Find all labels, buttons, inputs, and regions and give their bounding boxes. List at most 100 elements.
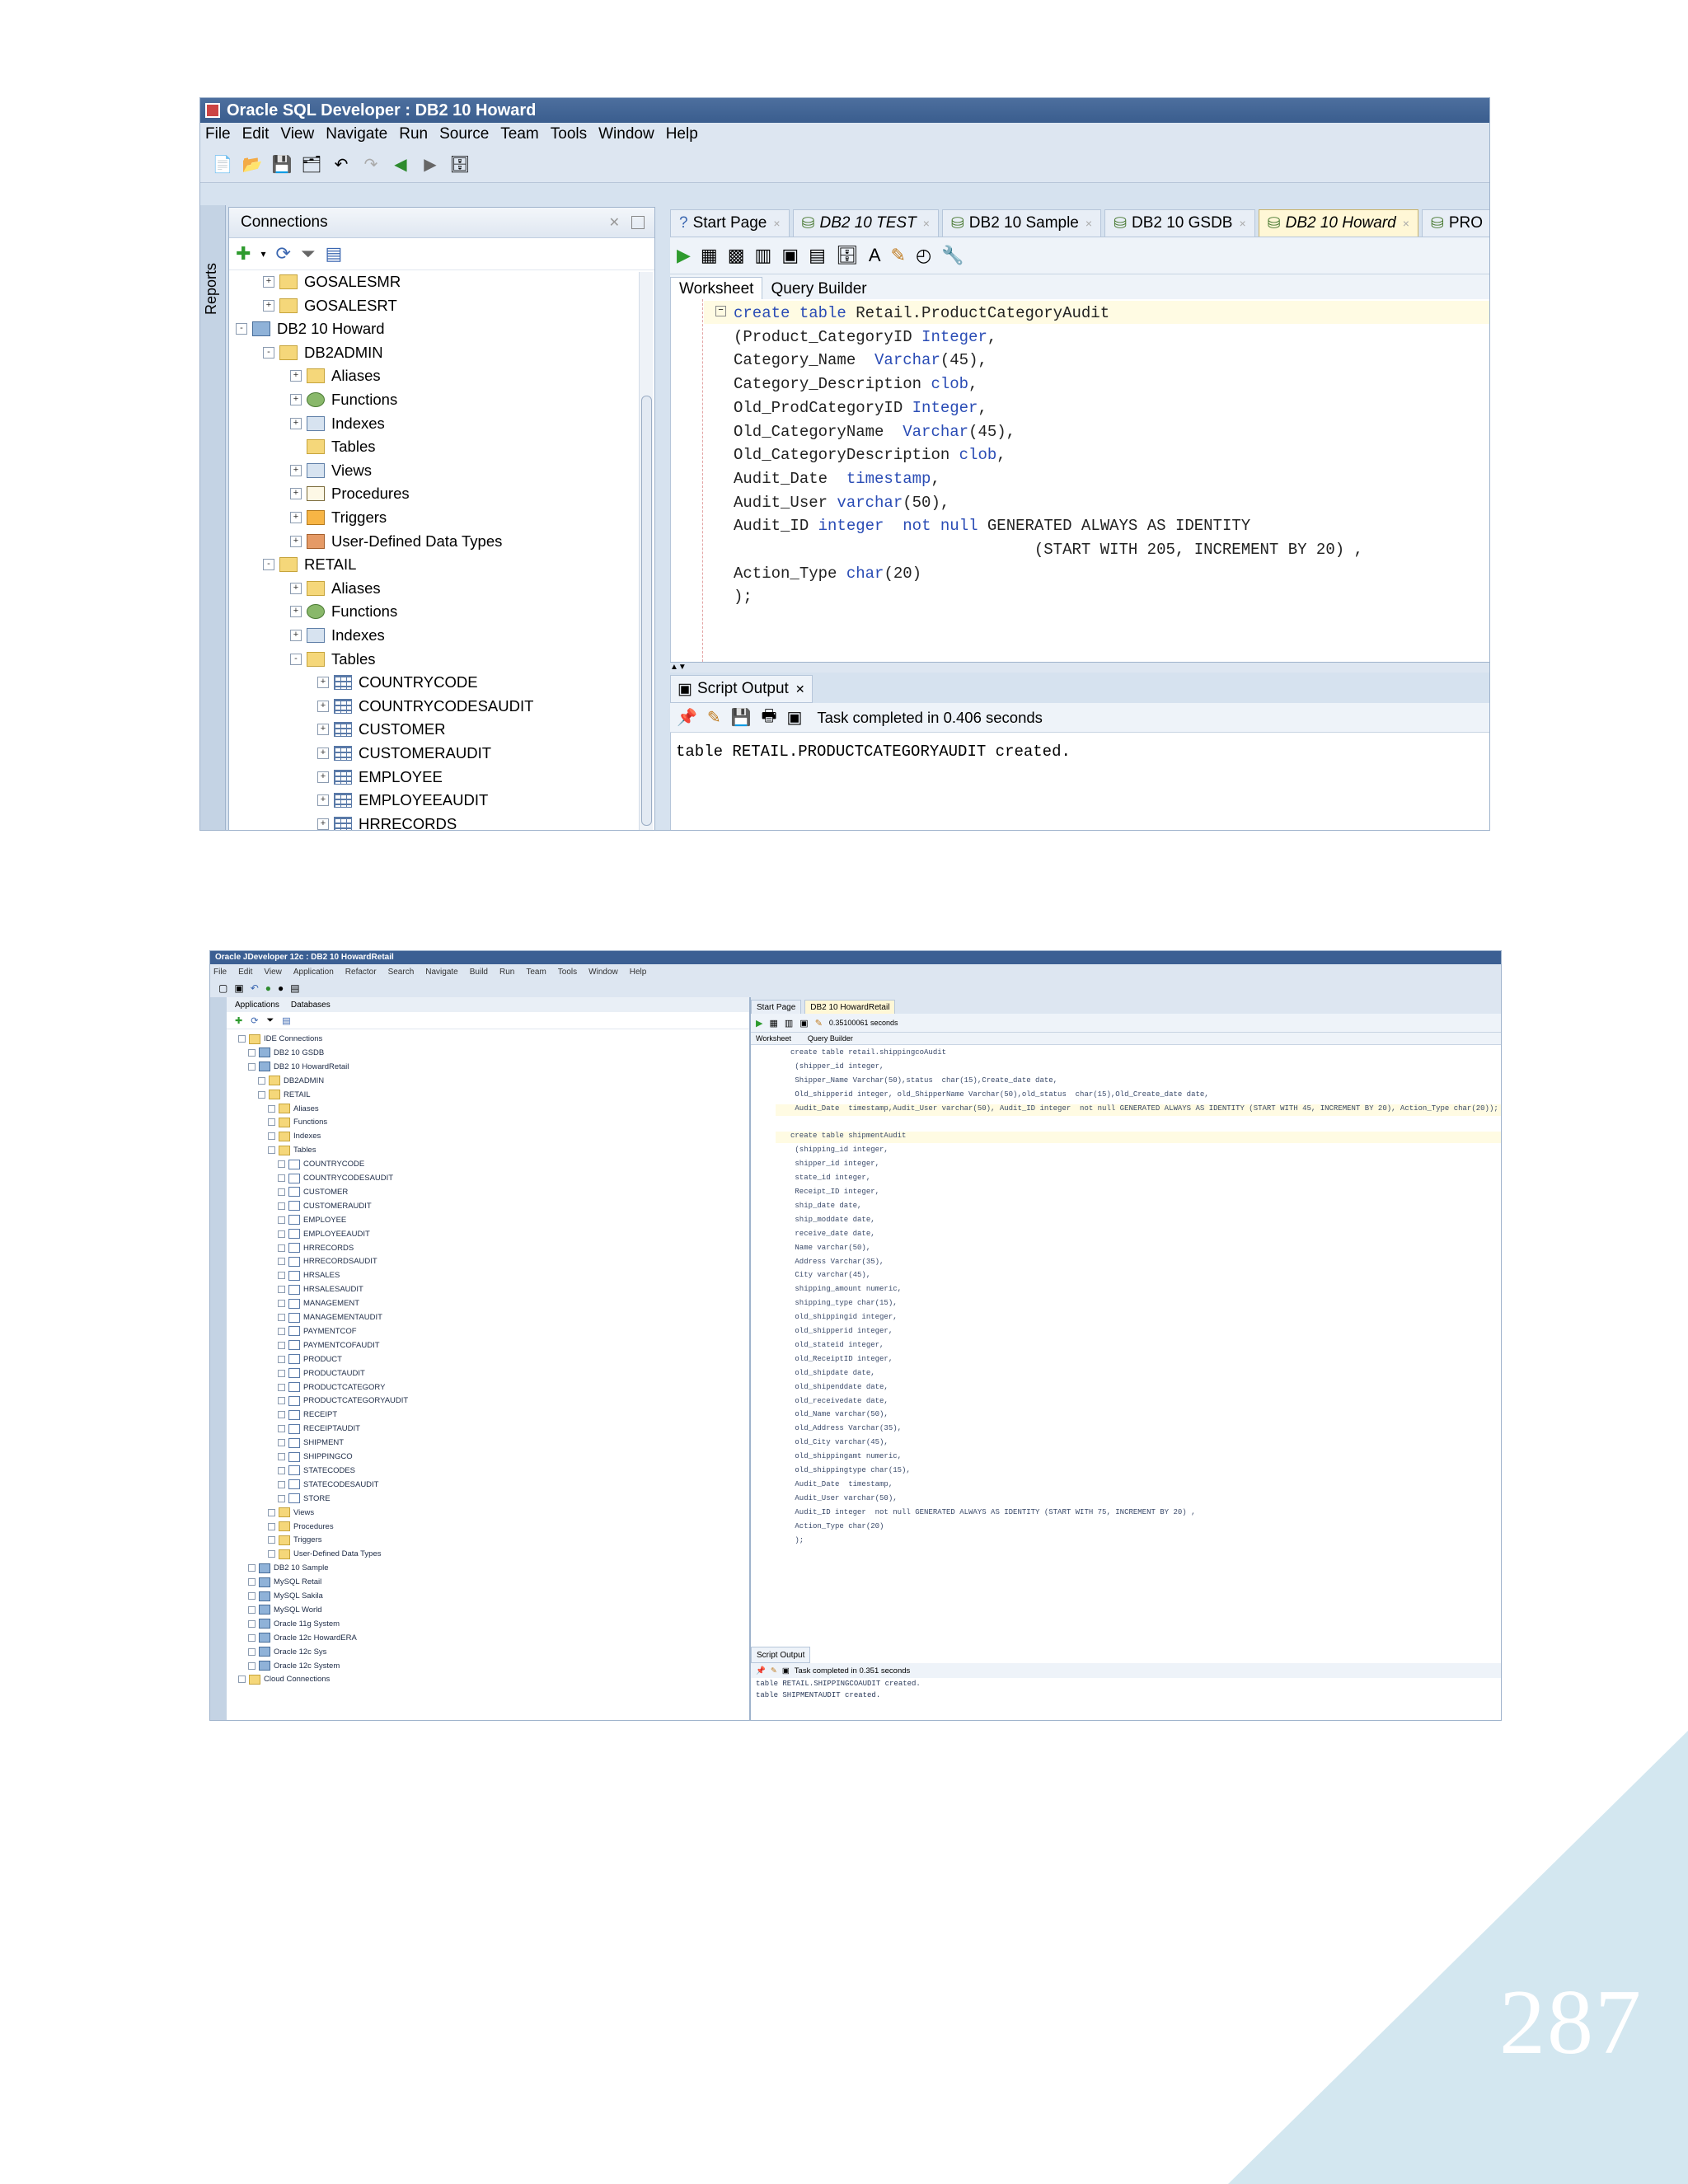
clear-icon[interactable]: ✎ [815, 1018, 823, 1029]
history-icon[interactable]: ◴ [916, 245, 931, 266]
tree-item[interactable]: RETAIL [258, 1089, 311, 1101]
expand-icon[interactable]: + [290, 370, 302, 382]
save-all-icon[interactable]: 🗂 [301, 153, 322, 175]
explain-plan-icon[interactable]: ▥ [755, 245, 772, 266]
tree-item[interactable]: PAYMENTCOF [278, 1325, 357, 1338]
reports-rail[interactable]: Reports [200, 205, 226, 830]
expand-icon[interactable] [248, 1619, 256, 1628]
expand-icon[interactable]: + [263, 299, 274, 312]
tree-item[interactable]: Views [268, 1507, 314, 1519]
open-folder-icon[interactable]: 📂 [241, 153, 263, 175]
tree-item[interactable]: HRSALES [278, 1269, 340, 1282]
expand-icon[interactable]: + [317, 794, 329, 807]
chevron-down-icon[interactable]: ▾ [260, 248, 265, 260]
expand-icon[interactable] [248, 1564, 256, 1572]
close-icon[interactable]: ✕ [795, 682, 805, 696]
tree-item[interactable]: CUSTOMER [278, 1186, 348, 1198]
expand-icon[interactable]: + [290, 488, 302, 500]
expand-icon[interactable] [278, 1397, 285, 1405]
tree-item[interactable]: PAYMENTCOFAUDIT [278, 1339, 380, 1352]
tree-item[interactable]: - DB2 10 Howard [236, 317, 385, 340]
expand-icon[interactable] [248, 1661, 256, 1670]
expand-icon[interactable] [248, 1062, 256, 1071]
tab-worksheet[interactable]: Worksheet [756, 1034, 791, 1043]
expand-icon[interactable] [278, 1341, 285, 1349]
commit-icon[interactable]: ▣ [799, 1018, 808, 1029]
tree-item[interactable]: STATECODES [278, 1465, 355, 1477]
tree-item[interactable]: MySQL World [248, 1604, 322, 1616]
expand-icon[interactable] [268, 1536, 275, 1544]
expand-icon[interactable]: + [290, 535, 302, 547]
script-output-tab[interactable]: Script Output [751, 1647, 811, 1663]
tree-item[interactable]: COUNTRYCODESAUDIT [278, 1172, 393, 1184]
menu-item-view[interactable]: View [280, 125, 314, 143]
tree-item[interactable]: + Procedures [290, 482, 410, 505]
tree-item[interactable]: + CUSTOMERAUDIT [317, 742, 491, 765]
expand-icon[interactable] [268, 1522, 275, 1530]
tree-item[interactable]: HRRECORDS [278, 1242, 354, 1254]
menu-item-view[interactable]: View [264, 968, 282, 977]
tab-worksheet[interactable]: Worksheet [670, 277, 763, 301]
sql-worksheet-icon[interactable]: 🗄 [449, 153, 471, 175]
menu-item-navigate[interactable]: Navigate [326, 125, 387, 143]
sql-editor[interactable]: − create table Retail.ProductCategoryAud… [670, 299, 1489, 662]
menu-item-window[interactable]: Window [588, 968, 618, 977]
expand-icon[interactable] [268, 1118, 275, 1127]
expand-icon[interactable] [268, 1550, 275, 1558]
expand-icon[interactable] [258, 1090, 265, 1099]
print-icon[interactable]: 🖶 [762, 704, 777, 732]
eraser-icon[interactable]: ✎ [707, 707, 721, 728]
expand-icon[interactable]: + [317, 818, 329, 830]
expand-icon[interactable]: + [317, 677, 329, 689]
close-icon[interactable]: ✕ [609, 214, 620, 231]
close-icon[interactable]: × [1239, 217, 1245, 230]
tree-item[interactable]: DB2 10 GSDB [248, 1047, 324, 1059]
filter-icon[interactable]: ⏷ [266, 1015, 274, 1026]
add-connection-icon[interactable]: ✚ [235, 1015, 242, 1026]
collapse-icon[interactable]: - [263, 559, 274, 571]
tree-item[interactable]: + Indexes [290, 624, 385, 647]
scrollbar-thumb[interactable] [641, 396, 652, 826]
tree-item[interactable]: - DB2ADMIN [263, 341, 383, 364]
tree-item[interactable]: Tables [268, 1144, 316, 1156]
menu-item-file[interactable]: File [213, 968, 227, 977]
tree-item[interactable]: IDE Connections [238, 1033, 322, 1045]
expand-icon[interactable] [248, 1048, 256, 1057]
tree-item[interactable]: DB2 10 HowardRetail [248, 1061, 349, 1073]
menu-item-build[interactable]: Build [470, 968, 488, 977]
run-output-icon[interactable]: ▣ [786, 707, 802, 728]
clear-icon[interactable]: ✎ [891, 245, 906, 266]
tree-item[interactable]: MANAGEMENT [278, 1297, 359, 1310]
side-rail[interactable] [210, 997, 227, 1720]
schema-browser-icon[interactable]: ▤ [326, 243, 343, 265]
expand-icon[interactable] [278, 1425, 285, 1433]
tree-item[interactable]: Oracle 12c HowardERA [248, 1632, 357, 1644]
expand-icon[interactable] [278, 1300, 285, 1308]
menu-item-edit[interactable]: Edit [238, 968, 252, 977]
tree-item[interactable]: + Triggers [290, 506, 387, 529]
run-script-icon[interactable]: ▦ [701, 245, 718, 266]
expand-icon[interactable] [278, 1453, 285, 1460]
expand-icon[interactable] [278, 1439, 285, 1447]
tree-item[interactable]: + EMPLOYEE [317, 766, 443, 789]
panel-splitter[interactable]: ▲▼ [670, 662, 1489, 673]
menu-item-help[interactable]: Help [666, 125, 698, 143]
tree-item[interactable]: COUNTRYCODE [278, 1158, 364, 1170]
tree-item[interactable]: Tables [290, 435, 375, 458]
menu-item-file[interactable]: File [205, 125, 231, 143]
sql-editor[interactable]: create table retail.shippingcoAudit (shi… [751, 1045, 1501, 1564]
expand-icon[interactable]: + [317, 700, 329, 712]
expand-icon[interactable]: + [290, 394, 302, 405]
save-icon[interactable]: 💾 [271, 153, 293, 175]
tree-item[interactable]: CUSTOMERAUDIT [278, 1200, 372, 1212]
forward-icon[interactable]: ▶ [420, 153, 441, 175]
tab-db2-10-sample[interactable]: ⛁ DB2 10 Sample × [941, 209, 1102, 237]
expand-icon[interactable] [268, 1508, 275, 1516]
expand-icon[interactable] [278, 1369, 285, 1377]
tree-item[interactable]: HRRECORDSAUDIT [278, 1255, 377, 1268]
expand-icon[interactable] [278, 1327, 285, 1335]
explain-plan-icon[interactable]: ▥ [785, 1018, 793, 1029]
expand-icon[interactable] [268, 1104, 275, 1113]
tree-item[interactable]: EMPLOYEE [278, 1214, 346, 1226]
add-connection-icon[interactable]: ✚ [236, 243, 251, 265]
